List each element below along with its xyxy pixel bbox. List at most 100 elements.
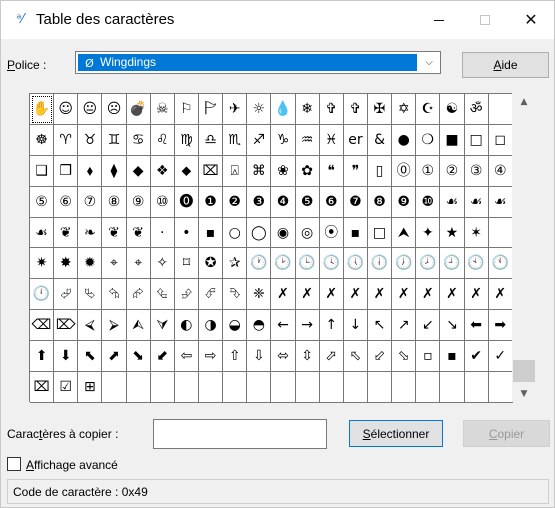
help-button[interactable]: Aide bbox=[462, 52, 549, 78]
character-cell[interactable]: ☙ bbox=[30, 217, 55, 249]
character-cell[interactable]: ♏ bbox=[223, 124, 248, 156]
character-cell[interactable] bbox=[416, 372, 441, 403]
character-cell[interactable]: ⮰ bbox=[54, 279, 79, 311]
character-grid[interactable]: ✋ ☺ 😐 ☹ 💣 ☠ ⚐ 🏱 ✈ ☼ 💧 ❄ ✞ ✞ ✠ ✡ ☪ ☯ ॐ ☸ ♈ ♉ ♊ ♋ ♌ ♍ ♎ ♏ ♐ ♑ ♒ ♓ er & ● ❍ ■ □ ◻… bbox=[29, 93, 513, 403]
character-cell[interactable]: ◯ bbox=[247, 217, 272, 249]
character-cell[interactable]: ⬇ bbox=[54, 341, 79, 373]
character-cell[interactable] bbox=[488, 94, 513, 125]
character-cell[interactable]: ◒ bbox=[223, 310, 248, 342]
scroll-thumb[interactable] bbox=[513, 360, 535, 382]
character-cell[interactable]: ☙ bbox=[440, 186, 465, 218]
character-cell[interactable]: ✗ bbox=[488, 279, 513, 311]
character-cell[interactable]: ↑ bbox=[319, 310, 344, 342]
select-button[interactable]: Sélectionner bbox=[349, 420, 443, 447]
character-cell[interactable]: ❸ bbox=[247, 186, 272, 218]
character-cell[interactable]: ❽ bbox=[367, 186, 393, 218]
character-cell[interactable]: ① bbox=[416, 155, 441, 187]
character-cell[interactable]: 💣 bbox=[126, 94, 151, 125]
character-cell[interactable]: ⓪ bbox=[392, 155, 417, 187]
character-cell[interactable]: • bbox=[174, 217, 199, 249]
character-cell[interactable]: ✞ bbox=[343, 94, 368, 125]
character-cell[interactable]: ⊞ bbox=[78, 372, 103, 403]
character-cell[interactable]: ☑ bbox=[54, 372, 79, 403]
character-cell[interactable] bbox=[488, 372, 513, 403]
character-cell[interactable]: ✋ bbox=[30, 94, 55, 125]
character-cell[interactable]: ⮵ bbox=[174, 279, 199, 311]
character-cell[interactable]: 🕓 bbox=[319, 248, 344, 280]
character-cell[interactable] bbox=[174, 372, 199, 403]
character-cell[interactable]: ♉ bbox=[78, 124, 103, 156]
character-cell[interactable]: ♒ bbox=[295, 124, 320, 156]
character-cell[interactable] bbox=[392, 372, 417, 403]
character-cell[interactable]: □ bbox=[367, 217, 393, 249]
character-cell[interactable]: ④ bbox=[488, 155, 513, 187]
character-cell[interactable]: ⮘ bbox=[78, 310, 103, 342]
character-cell[interactable]: ☸ bbox=[30, 124, 55, 156]
character-cell[interactable]: ◎ bbox=[295, 217, 320, 249]
character-cell[interactable]: ⑤ bbox=[30, 186, 55, 218]
character-cell[interactable]: ❹ bbox=[271, 186, 296, 218]
character-cell[interactable]: ♊ bbox=[102, 124, 127, 156]
character-cell[interactable]: ⬆ bbox=[30, 341, 55, 373]
advanced-view-checkbox[interactable] bbox=[7, 457, 21, 471]
character-cell[interactable]: ♈ bbox=[54, 124, 79, 156]
character-cell[interactable]: 🕚 bbox=[488, 248, 513, 280]
character-cell[interactable] bbox=[319, 372, 344, 403]
character-cell[interactable]: ⬧ bbox=[78, 155, 103, 187]
character-cell[interactable]: ☪ bbox=[416, 94, 441, 125]
character-cell[interactable]: ✗ bbox=[416, 279, 441, 311]
character-cell[interactable]: ⮴ bbox=[150, 279, 175, 311]
character-cell[interactable]: ⌧ bbox=[30, 372, 55, 403]
character-cell[interactable]: ✶ bbox=[464, 217, 489, 249]
character-cell[interactable]: 🕙 bbox=[464, 248, 489, 280]
character-cell[interactable] bbox=[343, 372, 368, 403]
character-cell[interactable]: ⇩ bbox=[247, 341, 272, 373]
character-cell[interactable]: ← bbox=[271, 310, 296, 342]
character-cell[interactable]: ♓ bbox=[319, 124, 344, 156]
character-cell[interactable] bbox=[102, 372, 127, 403]
character-cell[interactable]: ⮲ bbox=[102, 279, 127, 311]
character-cell[interactable]: ◆ bbox=[126, 155, 151, 187]
character-cell[interactable]: ✪ bbox=[198, 248, 224, 280]
character-cell[interactable]: ✸ bbox=[54, 248, 79, 280]
character-cell[interactable]: ↘ bbox=[440, 310, 465, 342]
character-cell[interactable]: ❍ bbox=[416, 124, 441, 156]
character-cell[interactable]: ❞ bbox=[343, 155, 368, 187]
character-cell[interactable]: ⮳ bbox=[126, 279, 151, 311]
character-cell[interactable]: ✗ bbox=[440, 279, 465, 311]
character-cell[interactable] bbox=[271, 372, 296, 403]
character-cell[interactable]: ☙ bbox=[464, 186, 489, 218]
character-cell[interactable]: ◻ bbox=[488, 124, 513, 156]
character-cell[interactable]: ⮚ bbox=[102, 310, 127, 342]
character-cell[interactable]: ⌧ bbox=[198, 155, 224, 187]
character-cell[interactable]: ✰ bbox=[223, 248, 248, 280]
character-cell[interactable]: ↓ bbox=[343, 310, 368, 342]
character-cell[interactable]: ❑ bbox=[30, 155, 55, 187]
character-cell[interactable]: ♐ bbox=[247, 124, 272, 156]
character-cell[interactable] bbox=[223, 372, 248, 403]
character-cell[interactable]: ⇳ bbox=[295, 341, 320, 373]
character-cell[interactable]: ⬊ bbox=[126, 341, 151, 373]
character-cell[interactable]: ⍓ bbox=[223, 155, 248, 187]
character-cell[interactable]: ❿ bbox=[416, 186, 441, 218]
character-cell[interactable]: ❾ bbox=[392, 186, 417, 218]
character-cell[interactable]: ☙ bbox=[488, 186, 513, 218]
character-cell[interactable]: · bbox=[150, 217, 175, 249]
character-cell[interactable]: ॐ bbox=[464, 94, 489, 125]
character-cell[interactable]: ♑ bbox=[271, 124, 296, 156]
character-cell[interactable]: ③ bbox=[464, 155, 489, 187]
character-cell[interactable]: ❼ bbox=[343, 186, 368, 218]
character-cell[interactable]: ♋ bbox=[126, 124, 151, 156]
character-cell[interactable]: ⌖ bbox=[126, 248, 151, 280]
character-cell[interactable]: 🕘 bbox=[440, 248, 465, 280]
character-cell[interactable]: ❻ bbox=[319, 186, 344, 218]
character-cell[interactable]: ☼ bbox=[247, 94, 272, 125]
character-cell[interactable]: ↖ bbox=[367, 310, 393, 342]
character-cell[interactable]: ✷ bbox=[30, 248, 55, 280]
character-cell[interactable]: ⬄ bbox=[271, 341, 296, 373]
character-cell[interactable]: □ bbox=[464, 124, 489, 156]
character-cell[interactable]: ✗ bbox=[295, 279, 320, 311]
character-cell[interactable]: 🕑 bbox=[271, 248, 296, 280]
character-cell[interactable]: ⬉ bbox=[78, 341, 103, 373]
character-cell[interactable]: ◐ bbox=[174, 310, 199, 342]
